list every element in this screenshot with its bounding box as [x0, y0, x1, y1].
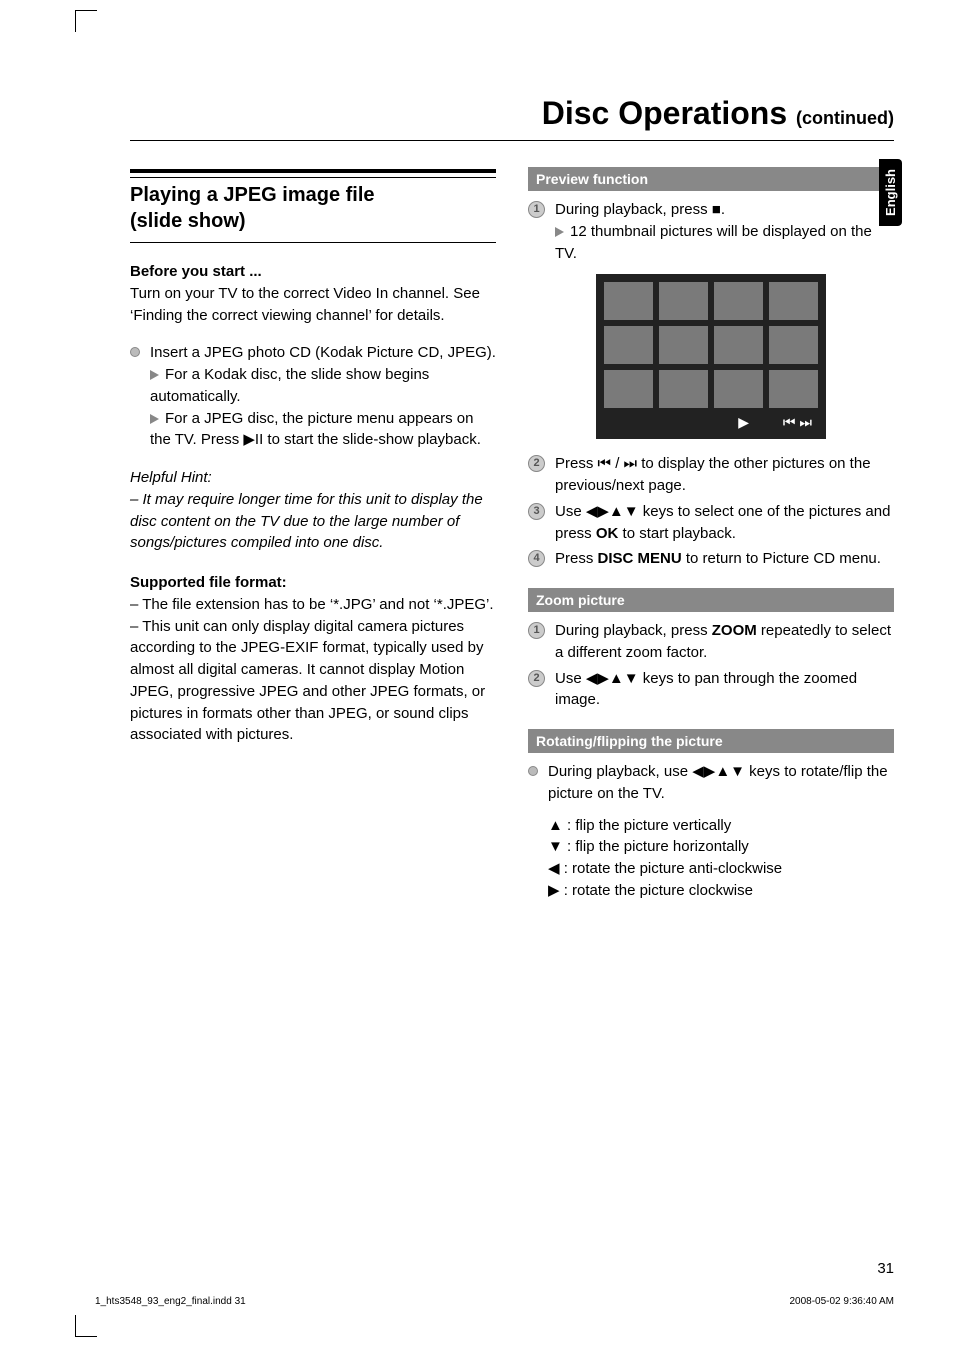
play-icon: ▶: [738, 414, 749, 431]
prev-next-icon: ⏮ ⏭: [783, 414, 812, 431]
rot-down: ▼ : flip the picture horizontally: [548, 836, 894, 858]
grid-controls: ▶ ⏮ ⏭: [604, 414, 818, 431]
insert-sub1: For a Kodak disc, the slide show begins …: [150, 364, 496, 408]
step-1-text: During playback, press ■.: [555, 199, 894, 221]
title-suffix: (continued): [796, 108, 894, 128]
step-3-icon: 3: [528, 503, 545, 520]
insert-sub2: For a JPEG disc, the picture menu appear…: [150, 408, 496, 452]
hint-body: – It may require longer time for this un…: [130, 489, 496, 554]
rotate-intro: During playback, use ◀▶▲▼ keys to rotate…: [528, 761, 894, 902]
rotate-body: During playback, use ◀▶▲▼ keys to rotate…: [548, 761, 894, 902]
step-1-icon: 1: [528, 622, 545, 639]
bullet-icon: [528, 766, 538, 776]
footer-left: 1_hts3548_93_eng2_final.indd 31: [95, 1296, 246, 1307]
insert-bullet: Insert a JPEG photo CD (Kodak Picture CD…: [130, 342, 496, 451]
arrow-keys-icon: ◀▶▲▼: [586, 501, 639, 523]
step-3-text: Use ◀▶▲▼ keys to select one of the pictu…: [555, 501, 894, 545]
language-tab: English: [879, 159, 902, 226]
down-icon: ▼: [548, 836, 563, 858]
step-2-icon: 2: [528, 670, 545, 687]
arrow-keys-icon: ◀▶▲▼: [586, 668, 639, 690]
slideshow-heading: Playing a JPEG image file (slide show): [130, 169, 496, 243]
preview-step-3: 3 Use ◀▶▲▼ keys to select one of the pic…: [528, 501, 894, 545]
before-heading: Before you start ...: [130, 261, 496, 283]
before-text: Turn on your TV to the correct Video In …: [130, 283, 496, 327]
left-icon: ◀: [548, 858, 560, 880]
preview-heading: Preview function: [528, 167, 894, 191]
rotate-list: ▲ : flip the picture vertically ▼ : flip…: [548, 815, 894, 902]
step-4-icon: 4: [528, 550, 545, 567]
zoom-heading: Zoom picture: [528, 588, 894, 612]
rotate-intro-text: During playback, use ◀▶▲▼ keys to rotate…: [548, 761, 894, 805]
step-1-sub: 12 thumbnail pictures will be displayed …: [555, 221, 894, 265]
stop-icon: ■: [712, 199, 721, 221]
title-main: Disc Operations: [542, 95, 787, 131]
left-column: Playing a JPEG image file (slide show) B…: [130, 159, 496, 906]
arrow-keys-icon: ◀▶▲▼: [692, 761, 745, 783]
step-4-text: Press DISC MENU to return to Picture CD …: [555, 548, 881, 570]
zoom-2-text: Use ◀▶▲▼ keys to pan through the zoomed …: [555, 668, 894, 712]
arrow-icon: [150, 370, 159, 380]
rot-up: ▲ : flip the picture vertically: [548, 815, 894, 837]
right-icon: ▶: [548, 880, 560, 902]
prev-icon: ⏮: [598, 453, 612, 475]
arrow-icon: [150, 414, 159, 424]
hint-heading: Helpful Hint:: [130, 467, 496, 489]
preview-step-1: 1 During playback, press ■. 12 thumbnail…: [528, 199, 894, 264]
play-pause-icon: ▶II: [243, 429, 263, 451]
heading-line1: Playing a JPEG image file: [130, 184, 375, 206]
ok-label: OK: [596, 525, 619, 542]
footer-right: 2008-05-02 9:36:40 AM: [789, 1296, 894, 1307]
step-1-icon: 1: [528, 201, 545, 218]
heading-line2: (slide show): [130, 210, 246, 232]
right-column: Preview function 1 During playback, pres…: [528, 159, 894, 906]
crop-mark-tl: [75, 10, 97, 32]
insert-text: Insert a JPEG photo CD (Kodak Picture CD…: [150, 342, 496, 364]
thumbnail-grid: ▶ ⏮ ⏭: [596, 274, 826, 439]
preview-step-2: 2 Press ⏮ / ⏭ to display the other pictu…: [528, 453, 894, 497]
page-title: Disc Operations (continued): [130, 95, 894, 141]
supported-1: – The file extension has to be ‘*.JPG’ a…: [130, 594, 496, 616]
zoom-label: ZOOM: [712, 622, 757, 639]
rot-right: ▶ : rotate the picture clockwise: [548, 880, 894, 902]
rotate-heading: Rotating/flipping the picture: [528, 729, 894, 753]
insert-body: Insert a JPEG photo CD (Kodak Picture CD…: [150, 342, 496, 451]
page-number: 31: [877, 1260, 894, 1277]
step-2-text: Press ⏮ / ⏭ to display the other picture…: [555, 453, 894, 497]
columns: Playing a JPEG image file (slide show) B…: [130, 159, 894, 906]
step-1-body: During playback, press ■. 12 thumbnail p…: [555, 199, 894, 264]
supported-2: – This unit can only display digital cam…: [130, 616, 496, 747]
disc-menu-label: DISC MENU: [598, 550, 682, 567]
zoom-step-1: 1 During playback, press ZOOM repeatedly…: [528, 620, 894, 664]
page-body: Disc Operations (continued) English Play…: [130, 95, 894, 1277]
preview-step-4: 4 Press DISC MENU to return to Picture C…: [528, 548, 894, 570]
bullet-icon: [130, 347, 140, 357]
rot-left: ◀ : rotate the picture anti-clockwise: [548, 858, 894, 880]
step-2-icon: 2: [528, 455, 545, 472]
zoom-step-2: 2 Use ◀▶▲▼ keys to pan through the zoome…: [528, 668, 894, 712]
zoom-1-text: During playback, press ZOOM repeatedly t…: [555, 620, 894, 664]
supported-heading: Supported file format:: [130, 572, 496, 594]
next-icon: ⏭: [624, 453, 638, 475]
up-icon: ▲: [548, 815, 563, 837]
arrow-icon: [555, 227, 564, 237]
crop-mark-bl: [75, 1315, 97, 1337]
